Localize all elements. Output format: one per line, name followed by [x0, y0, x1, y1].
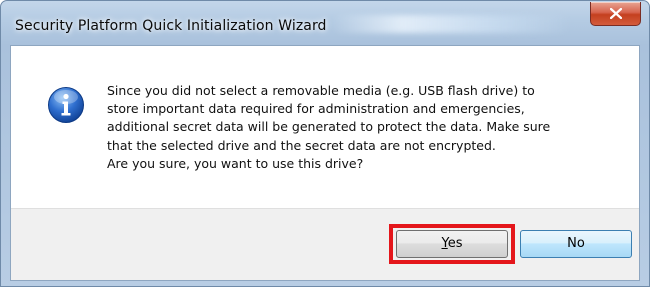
window-title: Security Platform Quick Initialization W…	[15, 18, 327, 34]
message-line: additional secret data will be generated…	[107, 119, 551, 135]
yes-button-label: es	[447, 236, 463, 251]
message-area: Since you did not select a removable med…	[11, 46, 639, 208]
message-line: that the selected drive and the secret d…	[107, 137, 496, 153]
message-line: Are you sure, you want to use this drive…	[107, 155, 364, 171]
no-button-label: No	[567, 236, 585, 251]
close-button[interactable]	[590, 2, 641, 26]
no-button[interactable]: No	[520, 230, 632, 258]
title-bar-background	[331, 15, 571, 33]
close-icon	[610, 8, 622, 19]
dialog-window: Security Platform Quick Initialization W…	[0, 0, 650, 287]
message-line: store important data required for admini…	[107, 101, 525, 117]
message-line: Since you did not select a removable med…	[107, 83, 535, 98]
button-bar: Yes No	[11, 208, 639, 280]
information-icon	[48, 87, 84, 123]
dialog-client-area: Since you did not select a removable med…	[10, 45, 640, 281]
dialog-message: Since you did not select a removable med…	[107, 82, 627, 173]
yes-button[interactable]: Yes	[396, 230, 508, 258]
